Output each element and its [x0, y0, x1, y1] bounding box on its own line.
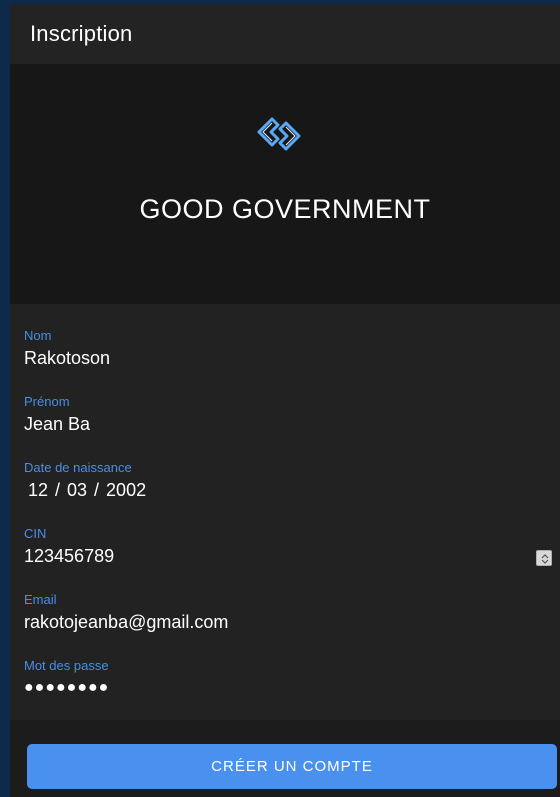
date-naissance-input[interactable]: 12 / 03 / 2002 — [24, 479, 146, 501]
stepper-arrows-icon — [541, 554, 549, 564]
cin-stepper[interactable] — [536, 550, 552, 566]
title-bar: Inscription — [10, 4, 560, 64]
prenom-field[interactable]: Prénom Jean Ba — [24, 394, 90, 435]
nom-label: Nom — [24, 328, 52, 343]
brand-header: GOOD GOVERNMENT — [10, 64, 560, 304]
email-field[interactable]: Email rakotojeanba@gmail.com — [24, 592, 228, 633]
create-account-button[interactable]: CRÉER UN COMPTE — [27, 744, 557, 789]
link-logo-icon — [251, 106, 307, 162]
cin-label: CIN — [24, 526, 47, 541]
password-field[interactable]: Mot des passe ●●●●●●●● — [24, 658, 109, 699]
brand-name: GOOD GOVERNMENT — [139, 194, 431, 224]
window-frame-left — [0, 0, 10, 797]
prenom-label: Prénom — [24, 394, 70, 409]
password-label: Mot des passe — [24, 658, 109, 673]
email-input[interactable]: rakotojeanba@gmail.com — [24, 611, 228, 633]
form-footer: CRÉER UN COMPTE — [10, 720, 560, 797]
date-naissance-label: Date de naissance — [24, 460, 132, 475]
date-naissance-field[interactable]: Date de naissance 12 / 03 / 2002 — [24, 460, 146, 501]
cin-field[interactable]: CIN 123456789 — [24, 526, 114, 567]
prenom-input[interactable]: Jean Ba — [24, 413, 90, 435]
registration-panel: Inscription GOOD GOVERNMENT Nom Rakotoso… — [10, 4, 560, 797]
nom-field[interactable]: Nom Rakotoson — [24, 328, 110, 369]
registration-form: Nom Rakotoson Prénom Jean Ba Date de nai… — [10, 304, 560, 720]
email-label: Email — [24, 592, 57, 607]
page-title: Inscription — [30, 21, 133, 46]
cin-input[interactable]: 123456789 — [24, 545, 114, 567]
nom-input[interactable]: Rakotoson — [24, 347, 110, 369]
password-input[interactable]: ●●●●●●●● — [24, 677, 109, 699]
